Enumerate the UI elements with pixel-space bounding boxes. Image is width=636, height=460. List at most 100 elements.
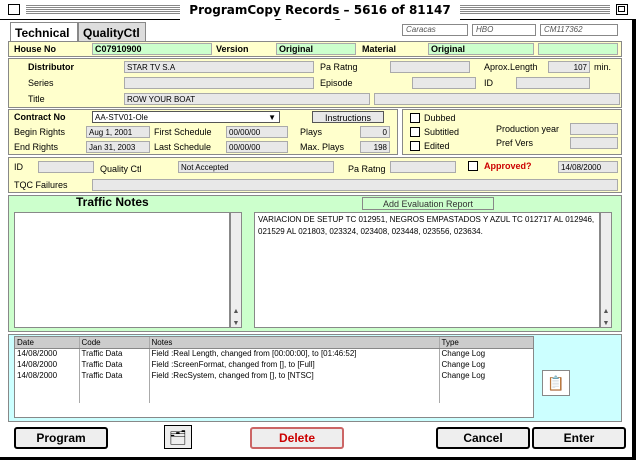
channel-box: HBO bbox=[472, 24, 536, 36]
quality-ctl-field[interactable]: Not Accepted bbox=[178, 161, 334, 173]
distributor-label: Distributor bbox=[28, 62, 74, 72]
log-date: 14/08/2000 bbox=[15, 359, 80, 370]
scroll-up-icon[interactable] bbox=[601, 308, 611, 315]
log-col-notes[interactable]: Notes bbox=[149, 337, 440, 349]
last-schedule-field[interactable]: 00/00/00 bbox=[226, 141, 288, 153]
instructions-button[interactable]: Instructions bbox=[312, 111, 384, 123]
title-field[interactable]: ROW YOUR BOAT bbox=[124, 93, 370, 105]
distributor-field[interactable]: STAR TV S.A bbox=[124, 61, 314, 73]
window-title-bar[interactable]: ProgramCopy Records – 5616 of 81147 Prog… bbox=[0, 0, 636, 31]
version-field[interactable]: Original bbox=[276, 43, 356, 55]
begin-rights-label: Begin Rights bbox=[14, 127, 66, 137]
tab-qualityctl[interactable]: QualityCtl bbox=[78, 22, 146, 42]
log-date: 14/08/2000 bbox=[15, 370, 80, 381]
edited-checkbox[interactable] bbox=[410, 141, 420, 151]
scroll-down-icon[interactable] bbox=[601, 320, 611, 327]
traffic-notes-text[interactable]: VARIACION DE SETUP TC 012951, NEGROS EMP… bbox=[254, 212, 600, 328]
aprox-length-field[interactable]: 107 bbox=[548, 61, 590, 73]
edited-label: Edited bbox=[424, 141, 450, 151]
log-col-code[interactable]: Code bbox=[79, 337, 150, 349]
log-notes: Field :Real Length, changed from [00:00:… bbox=[149, 348, 440, 359]
end-rights-label: End Rights bbox=[14, 142, 59, 152]
max-plays-label: Max. Plays bbox=[300, 142, 345, 152]
production-year-field[interactable] bbox=[570, 123, 618, 135]
delete-button[interactable]: Delete bbox=[250, 427, 344, 449]
contract-no-label: Contract No bbox=[14, 112, 66, 122]
log-code: Traffic Data bbox=[79, 359, 150, 370]
episode-label: Episode bbox=[320, 78, 353, 88]
production-year-label: Production year bbox=[496, 124, 560, 134]
plays-label: Plays bbox=[300, 127, 323, 137]
tqc-failures-field[interactable] bbox=[92, 179, 618, 191]
log-notes: Field :ScreenFormat, changed from [], to… bbox=[149, 359, 440, 370]
log-date: 14/08/2000 bbox=[15, 348, 80, 359]
subtitled-label: Subtitled bbox=[424, 127, 460, 137]
pref-vers-field[interactable] bbox=[570, 137, 618, 149]
episode-field[interactable] bbox=[412, 77, 476, 89]
log-col-type[interactable]: Type bbox=[439, 337, 533, 349]
program-button[interactable]: Program bbox=[14, 427, 108, 449]
first-schedule-label: First Schedule bbox=[154, 127, 212, 137]
chevron-down-icon: ▼ bbox=[268, 113, 276, 122]
subtitled-checkbox[interactable] bbox=[410, 127, 420, 137]
tab-technical[interactable]: Technical bbox=[10, 22, 78, 42]
first-schedule-field[interactable]: 00/00/00 bbox=[226, 126, 288, 138]
traffic-list-box[interactable] bbox=[14, 212, 230, 328]
traffic-notes-scrollbar[interactable] bbox=[600, 212, 612, 328]
house-no-field[interactable]: C07910900 bbox=[92, 43, 212, 55]
quality-ctl-label: Quality Ctl bbox=[100, 164, 142, 174]
code-box: CM117362 bbox=[540, 24, 618, 36]
table-row[interactable] bbox=[15, 381, 533, 392]
series-label: Series bbox=[28, 78, 54, 88]
series-field[interactable] bbox=[124, 77, 314, 89]
material-field[interactable]: Original bbox=[428, 43, 534, 55]
table-row[interactable]: 14/08/2000 Traffic Data Field :Real Leng… bbox=[15, 348, 533, 359]
log-table[interactable]: Date Code Notes Type 14/08/2000 Traffic … bbox=[14, 336, 534, 418]
version-label: Version bbox=[216, 44, 249, 54]
plays-field[interactable]: 0 bbox=[360, 126, 390, 138]
dubbed-label: Dubbed bbox=[424, 113, 456, 123]
table-row[interactable]: 14/08/2000 Traffic Data Field :RecSystem… bbox=[15, 370, 533, 381]
log-col-date[interactable]: Date bbox=[15, 337, 80, 349]
enter-button[interactable]: Enter bbox=[532, 427, 626, 449]
dubbed-checkbox[interactable] bbox=[410, 113, 420, 123]
id-field[interactable] bbox=[516, 77, 590, 89]
begin-rights-field[interactable]: Aug 1, 2001 bbox=[86, 126, 150, 138]
approved-date-field[interactable]: 14/08/2000 bbox=[558, 161, 618, 173]
table-row[interactable]: 14/08/2000 Traffic Data Field :ScreenFor… bbox=[15, 359, 533, 370]
approved-checkbox[interactable] bbox=[468, 161, 478, 171]
close-box-icon[interactable] bbox=[8, 4, 20, 15]
end-rights-field[interactable]: Jan 31, 2003 bbox=[86, 141, 150, 153]
qc-id-label: ID bbox=[14, 162, 23, 172]
records-icon[interactable]: 🗂 bbox=[164, 425, 192, 449]
contract-no-value: AA-STV01-Ole bbox=[95, 113, 148, 122]
min-label: min. bbox=[594, 62, 612, 72]
log-notes: Field :RecSystem, changed from [], to [N… bbox=[149, 370, 440, 381]
title-extra-field[interactable] bbox=[374, 93, 620, 105]
title-label: Title bbox=[28, 94, 45, 104]
scroll-down-icon[interactable] bbox=[231, 320, 241, 327]
house-no-label: House No bbox=[14, 44, 57, 54]
log-code: Traffic Data bbox=[79, 348, 150, 359]
material-extra-field[interactable] bbox=[538, 43, 618, 55]
log-type: Change Log bbox=[439, 348, 533, 359]
location-box: Caracas bbox=[402, 24, 468, 36]
table-row[interactable] bbox=[15, 392, 533, 403]
qc-pa-rating-label: Pa Ratng bbox=[348, 164, 386, 174]
log-type: Change Log bbox=[439, 370, 533, 381]
qc-pa-rating-field[interactable] bbox=[390, 161, 456, 173]
cancel-button[interactable]: Cancel bbox=[436, 427, 530, 449]
traffic-list-scrollbar[interactable] bbox=[230, 212, 242, 328]
copy-documents-icon[interactable]: 📋 bbox=[542, 370, 570, 396]
id-label: ID bbox=[484, 78, 493, 88]
last-schedule-label: Last Schedule bbox=[154, 142, 212, 152]
material-label: Material bbox=[362, 44, 397, 54]
max-plays-field[interactable]: 198 bbox=[360, 141, 390, 153]
pa-rating-field[interactable] bbox=[390, 61, 470, 73]
qc-id-field[interactable] bbox=[38, 161, 94, 173]
zoom-box-icon[interactable] bbox=[616, 4, 628, 15]
contract-no-select[interactable]: AA-STV01-Ole ▼ bbox=[92, 111, 280, 123]
scroll-up-icon[interactable] bbox=[231, 308, 241, 315]
add-evaluation-report-button[interactable]: Add Evaluation Report bbox=[362, 197, 494, 210]
traffic-notes-title: Traffic Notes bbox=[76, 195, 149, 209]
